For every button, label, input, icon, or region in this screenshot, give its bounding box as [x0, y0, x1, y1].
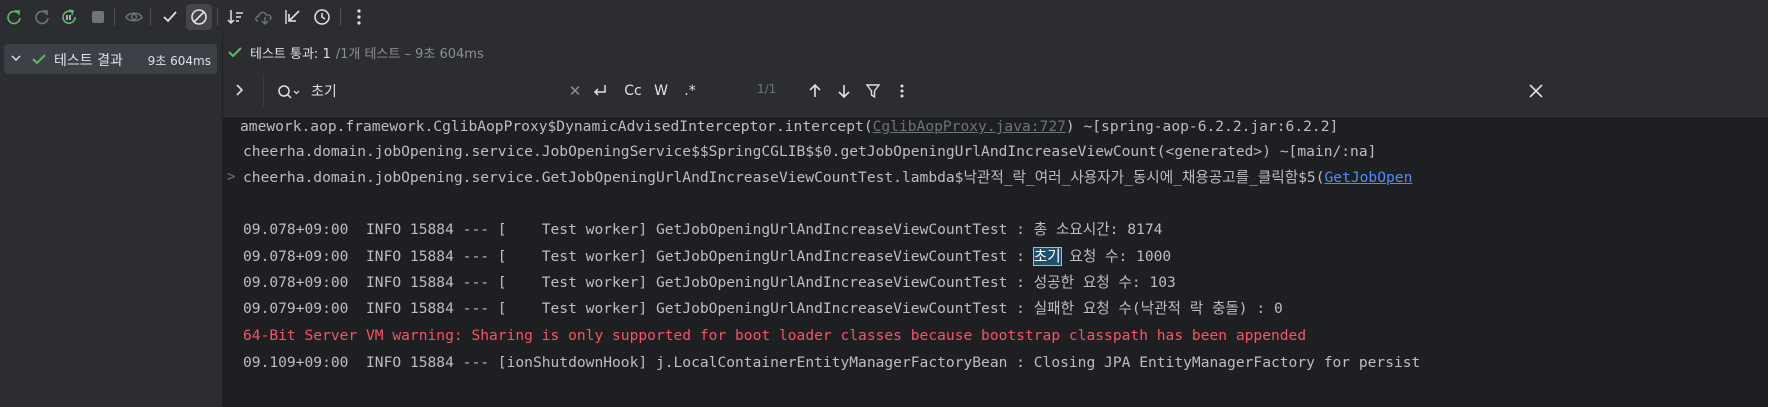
regex-button[interactable]: .*	[679, 79, 701, 103]
source-link[interactable]: CglibAopProxy.java:727	[873, 118, 1066, 135]
test-tree-pane: 테스트 결과 9초 604ms	[0, 34, 222, 407]
clear-search-icon[interactable]: ✕	[567, 81, 583, 101]
log-text: 요청 수: 1000	[1060, 248, 1172, 265]
log-text: amework.aop.framework.CglibAopProxy$Dyna…	[240, 118, 873, 135]
passed-check-icon	[228, 45, 242, 59]
import-tests-icon[interactable]	[252, 4, 278, 30]
more-options-icon[interactable]	[891, 80, 913, 102]
source-link[interactable]: GetJobOpen	[1325, 169, 1413, 186]
history-icon[interactable]	[309, 4, 335, 30]
log-text: cheerha.domain.jobOpening.service.GetJob…	[243, 169, 1325, 186]
log-line: 09.078+09:00 INFO 15884 --- [ Test worke…	[243, 274, 1176, 291]
filter-icon[interactable]	[862, 80, 884, 102]
match-case-button[interactable]: Cc	[621, 79, 645, 103]
expand-replace-icon[interactable]	[233, 81, 247, 99]
test-status-bar: 테스트 통과: 1 /1개 테스트 – 9초 604ms	[228, 41, 484, 63]
sort-icon[interactable]	[223, 4, 249, 30]
search-separator	[263, 74, 264, 108]
log-line: 09.078+09:00 INFO 15884 --- [ Test worke…	[243, 221, 1163, 238]
tree-item-duration: 9초 604ms	[147, 54, 211, 68]
log-line: 09.078+09:00 INFO 15884 --- [ Test worke…	[243, 246, 1171, 268]
toolbar-separator	[150, 8, 151, 26]
toggle-auto-test-icon[interactable]	[56, 4, 82, 30]
new-line-icon[interactable]	[589, 80, 611, 102]
log-text: ) ~[spring-aop-6.2.2.jar:6.2.2]	[1065, 118, 1339, 135]
stop-icon[interactable]	[85, 4, 111, 30]
tests-total-text: /1개 테스트 – 9초 604ms	[335, 46, 484, 62]
next-occurrence-icon[interactable]	[833, 80, 855, 102]
fold-marker-icon[interactable]: >	[227, 169, 235, 185]
match-count: 1/1	[757, 82, 777, 96]
toolbar-separator	[340, 8, 341, 26]
show-ignored-icon[interactable]	[186, 4, 212, 30]
show-passed-icon[interactable]	[121, 4, 147, 30]
log-line-warning: 64-Bit Server VM warning: Sharing is onl…	[243, 327, 1307, 344]
log-line: 09.109+09:00 INFO 15884 --- [ionShutdown…	[243, 354, 1421, 371]
search-match-highlight: 초기	[1032, 247, 1062, 266]
chevron-down-icon[interactable]	[10, 52, 22, 64]
search-history-icon[interactable]	[277, 84, 301, 100]
rerun-icon[interactable]	[1, 4, 27, 30]
whole-words-button[interactable]: W	[651, 79, 671, 103]
toolbar-separator	[114, 8, 115, 26]
test-runner-toolbar	[0, 0, 1768, 34]
tests-passed-text: 테스트 통과: 1	[250, 46, 331, 62]
console-search-bar: ✕ Cc W .* 1/1	[223, 66, 1768, 117]
console-output[interactable]: ✕ Cc W .* 1/1 amework.aop.framework.Cgli…	[223, 66, 1768, 407]
log-line: amework.aop.framework.CglibAopProxy$Dyna…	[240, 116, 1338, 138]
previous-occurrence-icon[interactable]	[804, 80, 826, 102]
tree-item-label: 테스트 결과	[54, 53, 123, 69]
log-text: 09.078+09:00 INFO 15884 --- [ Test worke…	[243, 248, 1034, 265]
tree-item-test-results[interactable]: 테스트 결과 9초 604ms	[4, 44, 217, 74]
log-line: cheerha.domain.jobOpening.service.GetJob…	[243, 167, 1412, 189]
passed-check-icon	[32, 52, 46, 66]
close-search-icon[interactable]	[1525, 80, 1547, 102]
more-icon[interactable]	[346, 4, 372, 30]
rerun-failed-icon[interactable]	[29, 4, 55, 30]
log-line: cheerha.domain.jobOpening.service.JobOpe…	[243, 143, 1377, 160]
search-input[interactable]	[311, 79, 561, 103]
log-line: 09.079+09:00 INFO 15884 --- [ Test worke…	[243, 300, 1283, 317]
toolbar-separator	[217, 8, 218, 26]
collapse-icon[interactable]	[280, 4, 306, 30]
show-passed-check-icon[interactable]	[157, 4, 183, 30]
